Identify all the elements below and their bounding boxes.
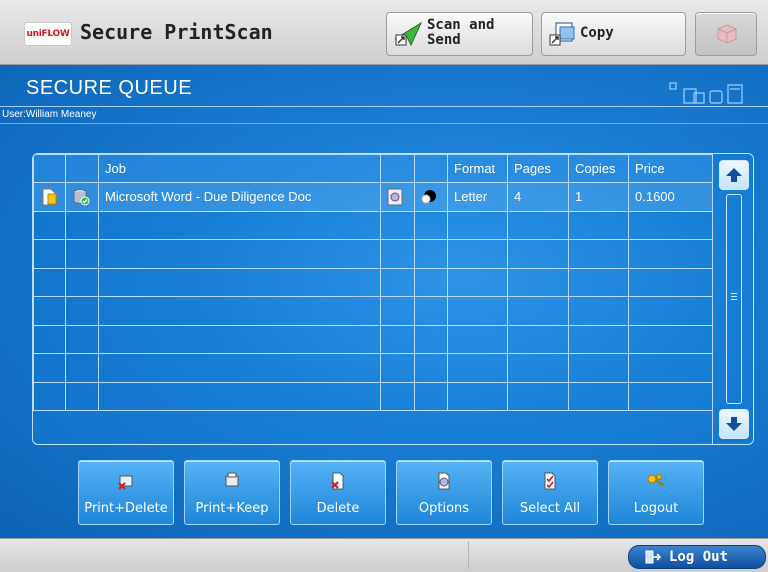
job-type-cell bbox=[33, 182, 66, 212]
job-table: Job Format Pages Copies Price Microsoft … bbox=[33, 154, 713, 411]
database-check-icon bbox=[73, 188, 90, 206]
scan-and-send-button[interactable]: Scan and Send bbox=[386, 12, 533, 56]
scroll-grip-icon bbox=[731, 293, 737, 302]
header-divider bbox=[0, 106, 768, 107]
col-header-copies[interactable]: Copies bbox=[568, 154, 629, 183]
color-mode-icon bbox=[421, 190, 436, 204]
status-divider bbox=[468, 541, 469, 569]
price-cell: 0.1600 bbox=[628, 182, 713, 212]
col-header-pages[interactable]: Pages bbox=[507, 154, 569, 183]
status-bar: Log Out bbox=[0, 538, 768, 572]
print-keep-label: Print+Keep bbox=[195, 501, 269, 516]
table-row-empty bbox=[33, 381, 713, 411]
document-icon bbox=[42, 188, 57, 206]
col-header-status bbox=[65, 154, 99, 183]
scan-label-line1: Scan and bbox=[427, 17, 495, 33]
log-out-label: Log Out bbox=[669, 549, 729, 565]
delete-button[interactable]: Delete bbox=[290, 460, 386, 525]
copy-icon bbox=[549, 22, 575, 46]
user-divider bbox=[0, 123, 768, 124]
delete-document-icon bbox=[331, 472, 344, 490]
pages-cell: 4 bbox=[507, 182, 569, 212]
format-cell: Letter bbox=[447, 182, 508, 212]
table-row-empty bbox=[33, 353, 713, 383]
table-header-row: Job Format Pages Copies Price bbox=[33, 154, 713, 183]
copy-label: Copy bbox=[580, 25, 614, 41]
scrollbar[interactable] bbox=[712, 154, 753, 444]
col-header-color bbox=[414, 154, 448, 183]
print-keep-button[interactable]: Print+Keep bbox=[184, 460, 280, 525]
table-row-empty bbox=[33, 324, 713, 354]
scan-label-line2: Send bbox=[427, 32, 461, 48]
col-header-type bbox=[33, 154, 66, 183]
scan-send-icon bbox=[394, 21, 423, 47]
table-row[interactable]: Microsoft Word - Due Diligence Doc Lette… bbox=[33, 182, 713, 212]
col-header-settings bbox=[380, 154, 415, 183]
options-button[interactable]: Options bbox=[396, 460, 492, 525]
delete-label: Delete bbox=[316, 501, 360, 516]
select-all-icon bbox=[544, 472, 556, 490]
logout-button[interactable]: Logout bbox=[608, 460, 704, 525]
logout-label: Logout bbox=[633, 501, 679, 516]
job-name-cell: Microsoft Word - Due Diligence Doc bbox=[98, 182, 381, 212]
arrow-up-icon bbox=[726, 168, 742, 182]
print-settings-cell[interactable] bbox=[380, 182, 415, 212]
print-keep-icon bbox=[225, 472, 239, 487]
print-settings-icon bbox=[387, 188, 403, 206]
scroll-down-button[interactable] bbox=[719, 409, 749, 439]
scroll-up-button[interactable] bbox=[719, 160, 749, 190]
main-panel: SECURE QUEUE User:William Meaney Job For… bbox=[0, 65, 768, 538]
user-label: User:William Meaney bbox=[2, 109, 97, 120]
log-out-icon bbox=[645, 550, 661, 564]
display-mode-icons bbox=[669, 82, 743, 104]
print-delete-icon bbox=[118, 475, 133, 490]
table-row-empty bbox=[33, 267, 713, 297]
top-bar: uniFLOW Secure PrintScan Scan and Send C… bbox=[0, 0, 768, 65]
select-all-button[interactable]: Select All bbox=[502, 460, 598, 525]
copies-cell: 1 bbox=[568, 182, 629, 212]
secure-queue-table: Job Format Pages Copies Price Microsoft … bbox=[32, 153, 754, 445]
select-all-label: Select All bbox=[519, 501, 581, 516]
log-out-pill-button[interactable]: Log Out bbox=[628, 545, 766, 569]
scroll-track[interactable] bbox=[726, 194, 742, 404]
box-icon bbox=[717, 24, 737, 44]
options-label: Options bbox=[418, 501, 470, 516]
logout-keys-icon bbox=[647, 474, 665, 487]
table-row-empty bbox=[33, 210, 713, 240]
uniflow-logo: uniFLOW bbox=[24, 22, 72, 46]
print-delete-button[interactable]: Print+Delete bbox=[78, 460, 174, 525]
col-header-format[interactable]: Format bbox=[447, 154, 508, 183]
options-icon bbox=[438, 472, 450, 490]
color-mode-cell bbox=[414, 182, 448, 212]
col-header-price[interactable]: Price bbox=[628, 154, 713, 183]
print-delete-label: Print+Delete bbox=[84, 501, 168, 516]
col-header-job[interactable]: Job bbox=[98, 154, 381, 183]
table-row-empty bbox=[33, 239, 713, 269]
arrow-down-icon bbox=[726, 417, 742, 431]
app-title: Secure PrintScan bbox=[80, 20, 273, 44]
copy-button[interactable]: Copy bbox=[541, 12, 686, 56]
box-function-button[interactable] bbox=[695, 12, 757, 56]
job-status-cell bbox=[65, 182, 99, 212]
screen-title: SECURE QUEUE bbox=[26, 77, 193, 99]
table-row-empty bbox=[33, 296, 713, 326]
